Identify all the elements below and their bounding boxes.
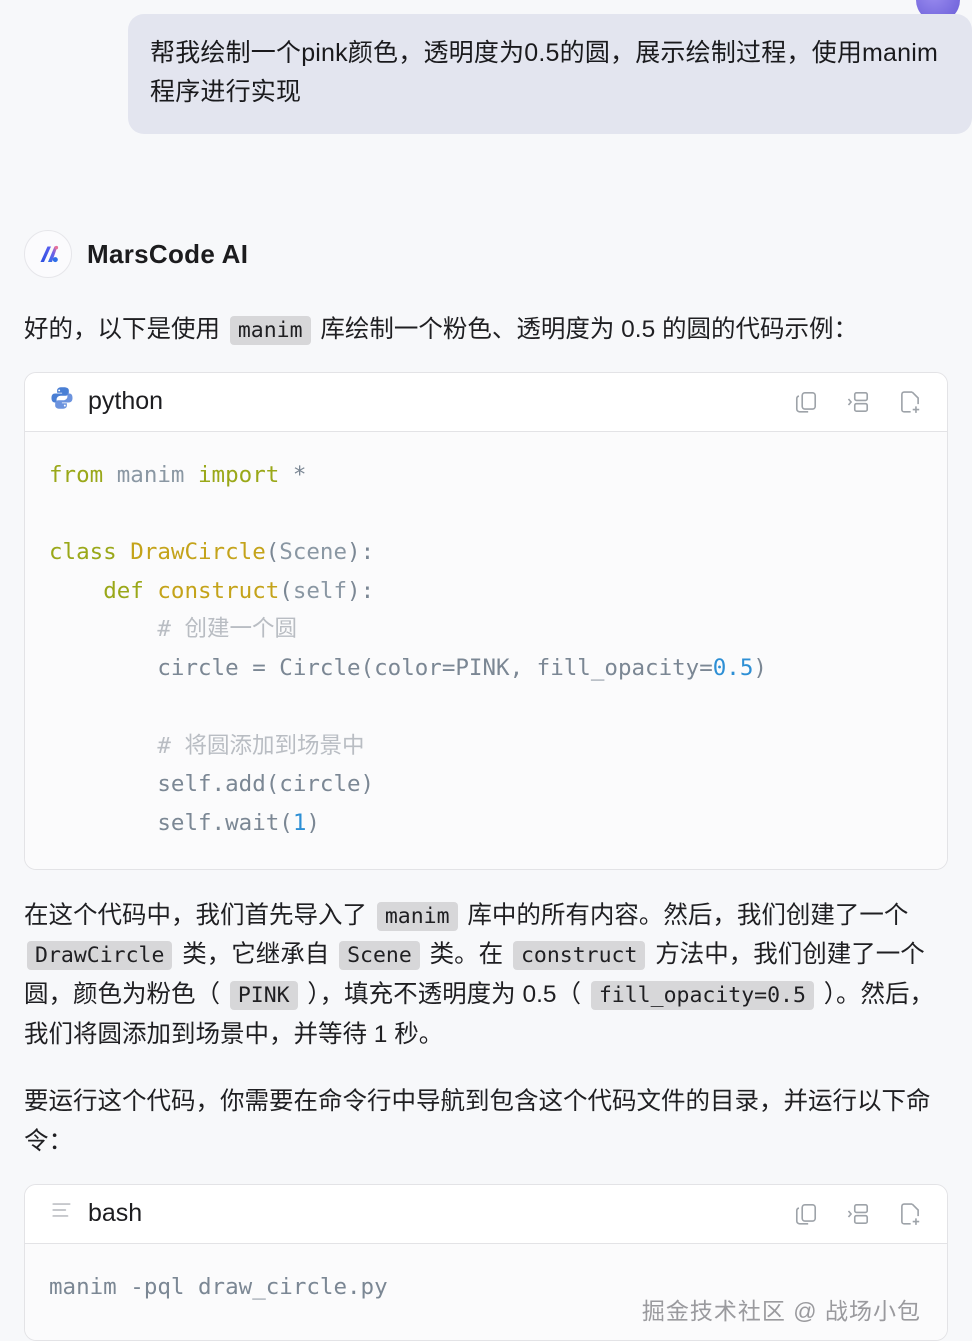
insert-code-icon[interactable] [845,1201,871,1227]
inline-code-pink: PINK [229,980,298,1010]
expl-text-4: 类。在 [429,941,504,969]
user-message-row: 帮我绘制一个pink颜色，透明度为0.5的圆，展示绘制过程，使用manim程序进… [0,14,972,134]
new-file-icon[interactable] [897,389,923,415]
expl-text-1: 在这个代码中，我们首先导入了 [24,901,367,929]
code-language-label-bash: bash [88,1199,143,1228]
code-block-python: python from manim import * class DrawCir… [24,371,948,870]
expl-text-3: 类，它继承自 [182,941,330,969]
marscode-logo-icon [24,230,72,278]
assistant-header: MarsCode AI [24,228,948,280]
terminal-lines-icon [49,1197,75,1230]
code-block-header-python: python [25,372,947,432]
inline-code-construct: construct [512,941,646,971]
code-body-python: from manim import * class DrawCircle(Sce… [25,431,947,869]
inline-code-scene: Scene [339,941,420,971]
expl-text-2: 库中的所有内容。然后，我们创建了一个 [467,901,909,929]
new-file-icon[interactable] [897,1201,923,1227]
code-body-bash: manim -pql draw_circle.py 掘金技术社区 @ 战场小包 [25,1243,947,1341]
code-actions-bash [793,1201,923,1227]
copy-icon[interactable] [793,1201,819,1227]
inline-code-manim: manim [229,316,311,345]
code-language-label-python: python [88,387,164,416]
assistant-intro-paragraph: 好的，以下是使用 manim 库绘制一个粉色、透明度为 0.5 的圆的代码示例： [24,310,948,350]
assistant-name: MarsCode AI [87,238,249,269]
code-content-python[interactable]: from manim import * class DrawCircle(Sce… [49,456,923,843]
code-language-python: python [49,385,163,418]
user-message-bubble: 帮我绘制一个pink颜色，透明度为0.5的圆，展示绘制过程，使用manim程序进… [128,14,972,134]
intro-text-part-2: 库绘制一个粉色、透明度为 0.5 的圆的代码示例： [320,316,859,343]
code-language-bash: bash [49,1197,142,1230]
insert-code-icon[interactable] [845,389,871,415]
python-icon [49,385,75,418]
intro-text-part-1: 好的，以下是使用 [24,316,220,343]
inline-code-manim-2: manim [376,901,458,931]
assistant-explanation-paragraph: 在这个代码中，我们首先导入了 manim 库中的所有内容。然后，我们创建了一个 … [24,896,948,1055]
expl-text-6: ），填充不透明度为 0.5（ [307,980,582,1008]
copy-icon[interactable] [793,389,819,415]
assistant-run-instruction: 要运行这个代码，你需要在命令行中导航到包含这个代码文件的目录，并运行以下命令： [24,1088,931,1155]
code-actions-python [793,389,923,415]
inline-code-drawcircle: DrawCircle [27,941,173,971]
code-block-bash: bash manim -pql draw_circle.py 掘金技术社区 @ … [24,1183,948,1341]
code-block-header-bash: bash [25,1184,947,1244]
inline-code-fill-opacity: fill_opacity=0.5 [590,980,814,1010]
watermark: 掘金技术社区 @ 战场小包 [641,1298,921,1325]
assistant-message: MarsCode AI 好的，以下是使用 manim 库绘制一个粉色、透明度为 … [24,228,948,1341]
